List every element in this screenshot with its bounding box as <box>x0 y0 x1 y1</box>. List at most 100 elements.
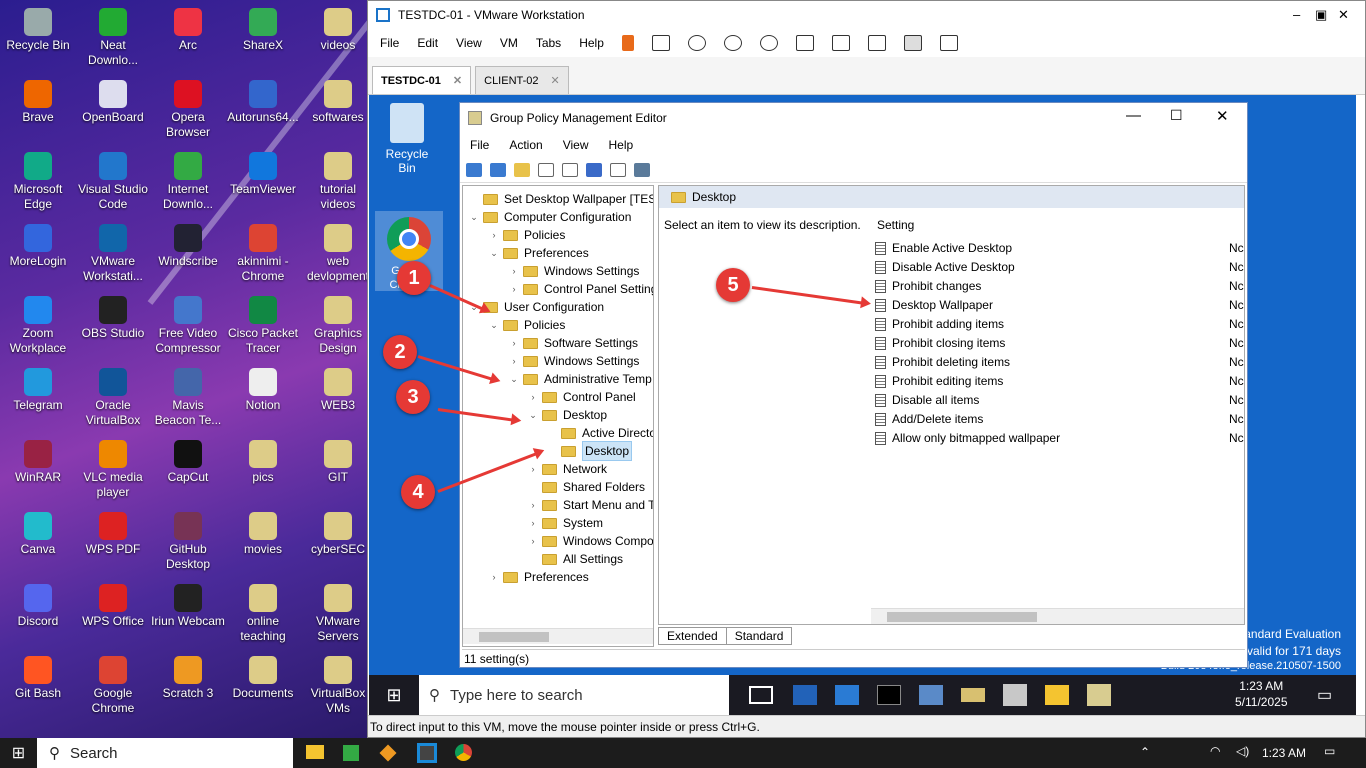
setting-row[interactable]: Add/Delete items <box>875 410 983 429</box>
expander-icon[interactable]: › <box>487 568 501 586</box>
expander-icon[interactable]: › <box>526 388 540 406</box>
host-idm-icon[interactable] <box>343 745 359 761</box>
gpe-maximize-icon[interactable]: ☐ <box>1170 107 1183 124</box>
desktop-icon[interactable]: WEB3 <box>301 362 375 413</box>
library-icon[interactable] <box>795 35 814 51</box>
desktop-icon[interactable]: Telegram <box>1 362 75 413</box>
fullscreen-icon[interactable] <box>867 35 886 51</box>
tree-node[interactable]: › Start Menu and T <box>526 496 654 514</box>
help-icon[interactable] <box>586 162 602 177</box>
server-manager-icon[interactable] <box>919 685 943 705</box>
tree-node[interactable]: › Windows Settings <box>507 352 640 370</box>
revert-snapshot-icon[interactable] <box>723 35 742 51</box>
setting-row[interactable]: Prohibit adding items <box>875 315 1004 334</box>
desktop-icon[interactable]: Notion <box>226 362 300 413</box>
expander-icon[interactable]: › <box>526 514 540 532</box>
desktop-icon[interactable]: movies <box>226 506 300 557</box>
show-hidden-icons[interactable]: ⌃ <box>1140 745 1150 759</box>
settings-scrollbar[interactable] <box>871 608 1244 624</box>
desktop-icon[interactable]: Google Chrome <box>76 650 150 716</box>
tree-node[interactable]: › Control Panel Setting <box>507 280 654 298</box>
desktop-icon[interactable]: TeamViewer <box>226 146 300 197</box>
desktop-icon[interactable]: Arc <box>151 2 225 53</box>
export-list-icon[interactable] <box>562 162 578 177</box>
tree-node[interactable]: All Settings <box>526 550 623 568</box>
host-vmware-icon[interactable] <box>417 743 437 763</box>
desktop-icon[interactable]: WinRAR <box>1 434 75 485</box>
desktop-icon[interactable]: Autoruns64... <box>226 74 300 125</box>
tree-node[interactable]: Set Desktop Wallpaper [TESTDC <box>467 190 653 208</box>
expander-icon[interactable]: ⌄ <box>487 244 501 262</box>
desktop-icon[interactable]: web devlopment <box>301 218 375 284</box>
menu-edit[interactable]: Edit <box>417 36 438 50</box>
gpe-close-icon[interactable]: ✕ <box>1216 107 1229 125</box>
desktop-icon[interactable]: CapCut <box>151 434 225 485</box>
desktop-icon[interactable]: akinnimi - Chrome <box>226 218 300 284</box>
tree-scrollbar[interactable] <box>463 628 653 644</box>
pause-icon[interactable] <box>621 35 634 51</box>
tree-node[interactable]: › System <box>526 514 604 532</box>
stretch-icon[interactable] <box>939 35 958 51</box>
desktop-icon[interactable]: OpenBoard <box>76 74 150 125</box>
tree-node[interactable]: Desktop <box>545 441 633 461</box>
host-git-icon[interactable] <box>379 744 397 762</box>
desktop-icon[interactable]: Opera Browser <box>151 74 225 140</box>
close-icon[interactable]: ✕ <box>1338 7 1349 23</box>
host-start-icon[interactable]: ⊞ <box>0 743 37 763</box>
desktop-icon[interactable]: Iriun Webcam <box>151 578 225 629</box>
desktop-icon[interactable]: WPS PDF <box>76 506 150 557</box>
tab-standard[interactable]: Standard <box>725 627 793 645</box>
cmd-icon[interactable] <box>877 685 901 705</box>
desktop-icon[interactable]: Graphics Design <box>301 290 375 356</box>
tree-node[interactable]: › Policies <box>487 226 566 244</box>
desktop-icon[interactable]: cyberSEC <box>301 506 375 557</box>
desktop-icon[interactable]: videos <box>301 2 375 53</box>
menu-tabs[interactable]: Tabs <box>536 36 561 50</box>
setting-row[interactable]: Enable Active Desktop <box>875 239 1012 258</box>
file-explorer-icon[interactable] <box>1045 685 1069 705</box>
desktop-icon[interactable]: Git Bash <box>1 650 75 701</box>
host-search-box[interactable]: ⚲ Search <box>37 738 293 768</box>
expander-icon[interactable]: › <box>526 496 540 514</box>
settings-scroll-thumb[interactable] <box>887 612 1037 622</box>
desktop-icon[interactable]: softwares <box>301 74 375 125</box>
expander-icon[interactable]: › <box>507 334 521 352</box>
host-notification-icon[interactable]: ▭ <box>1324 744 1335 758</box>
desktop-icon[interactable]: Free Video Compressor <box>151 290 225 356</box>
tab-client-02[interactable]: CLIENT-02 ✕ <box>475 66 569 94</box>
expander-icon[interactable]: › <box>526 460 540 478</box>
back-icon[interactable] <box>466 162 482 177</box>
tab-extended[interactable]: Extended <box>658 627 727 645</box>
expander-icon[interactable]: › <box>507 352 521 370</box>
desktop-icon[interactable]: Brave <box>1 74 75 125</box>
gpe-taskbar-icon[interactable] <box>1087 684 1111 706</box>
volume-icon[interactable]: ◁) <box>1236 744 1249 758</box>
desktop-icon[interactable]: tutorial videos <box>301 146 375 212</box>
desktop-icon[interactable]: ShareX <box>226 2 300 53</box>
tree-node[interactable]: ⌄ Computer Configuration <box>467 208 631 226</box>
tree-node[interactable]: Shared Folders <box>526 478 645 496</box>
setting-row[interactable]: Disable Active Desktop <box>875 258 1015 277</box>
setting-row[interactable]: Allow only bitmapped wallpaper <box>875 429 1060 448</box>
expander-icon[interactable]: › <box>507 280 521 298</box>
desktop-icon[interactable]: Zoom Workplace <box>1 290 75 356</box>
guest-start-icon[interactable]: ⊞ <box>369 685 419 706</box>
minimize-icon[interactable]: – <box>1293 7 1300 22</box>
expander-icon[interactable]: ⌄ <box>487 316 501 334</box>
desktop-icon[interactable]: MoreLogin <box>1 218 75 269</box>
tools-icon[interactable] <box>961 688 985 702</box>
desktop-icon[interactable]: Documents <box>226 650 300 701</box>
menu-file[interactable]: File <box>380 36 399 50</box>
desktop-icon[interactable]: GitHub Desktop <box>151 506 225 572</box>
desktop-icon[interactable]: Windscribe <box>151 218 225 269</box>
desktop-icon[interactable]: OBS Studio <box>76 290 150 341</box>
desktop-icon[interactable]: Mavis Beacon Te... <box>151 362 225 428</box>
up-folder-icon[interactable] <box>514 162 530 177</box>
tree-node[interactable]: › Windows Compo <box>526 532 654 550</box>
desktop-icon[interactable]: WPS Office <box>76 578 150 629</box>
desktop-icon[interactable]: online teaching <box>226 578 300 644</box>
task-view-icon[interactable] <box>749 686 773 704</box>
tree-node[interactable]: ⌄ Administrative Temp <box>507 370 652 388</box>
tree-node[interactable]: ⌄ Policies <box>487 316 565 334</box>
close-tab-icon[interactable]: ✕ <box>453 74 462 87</box>
